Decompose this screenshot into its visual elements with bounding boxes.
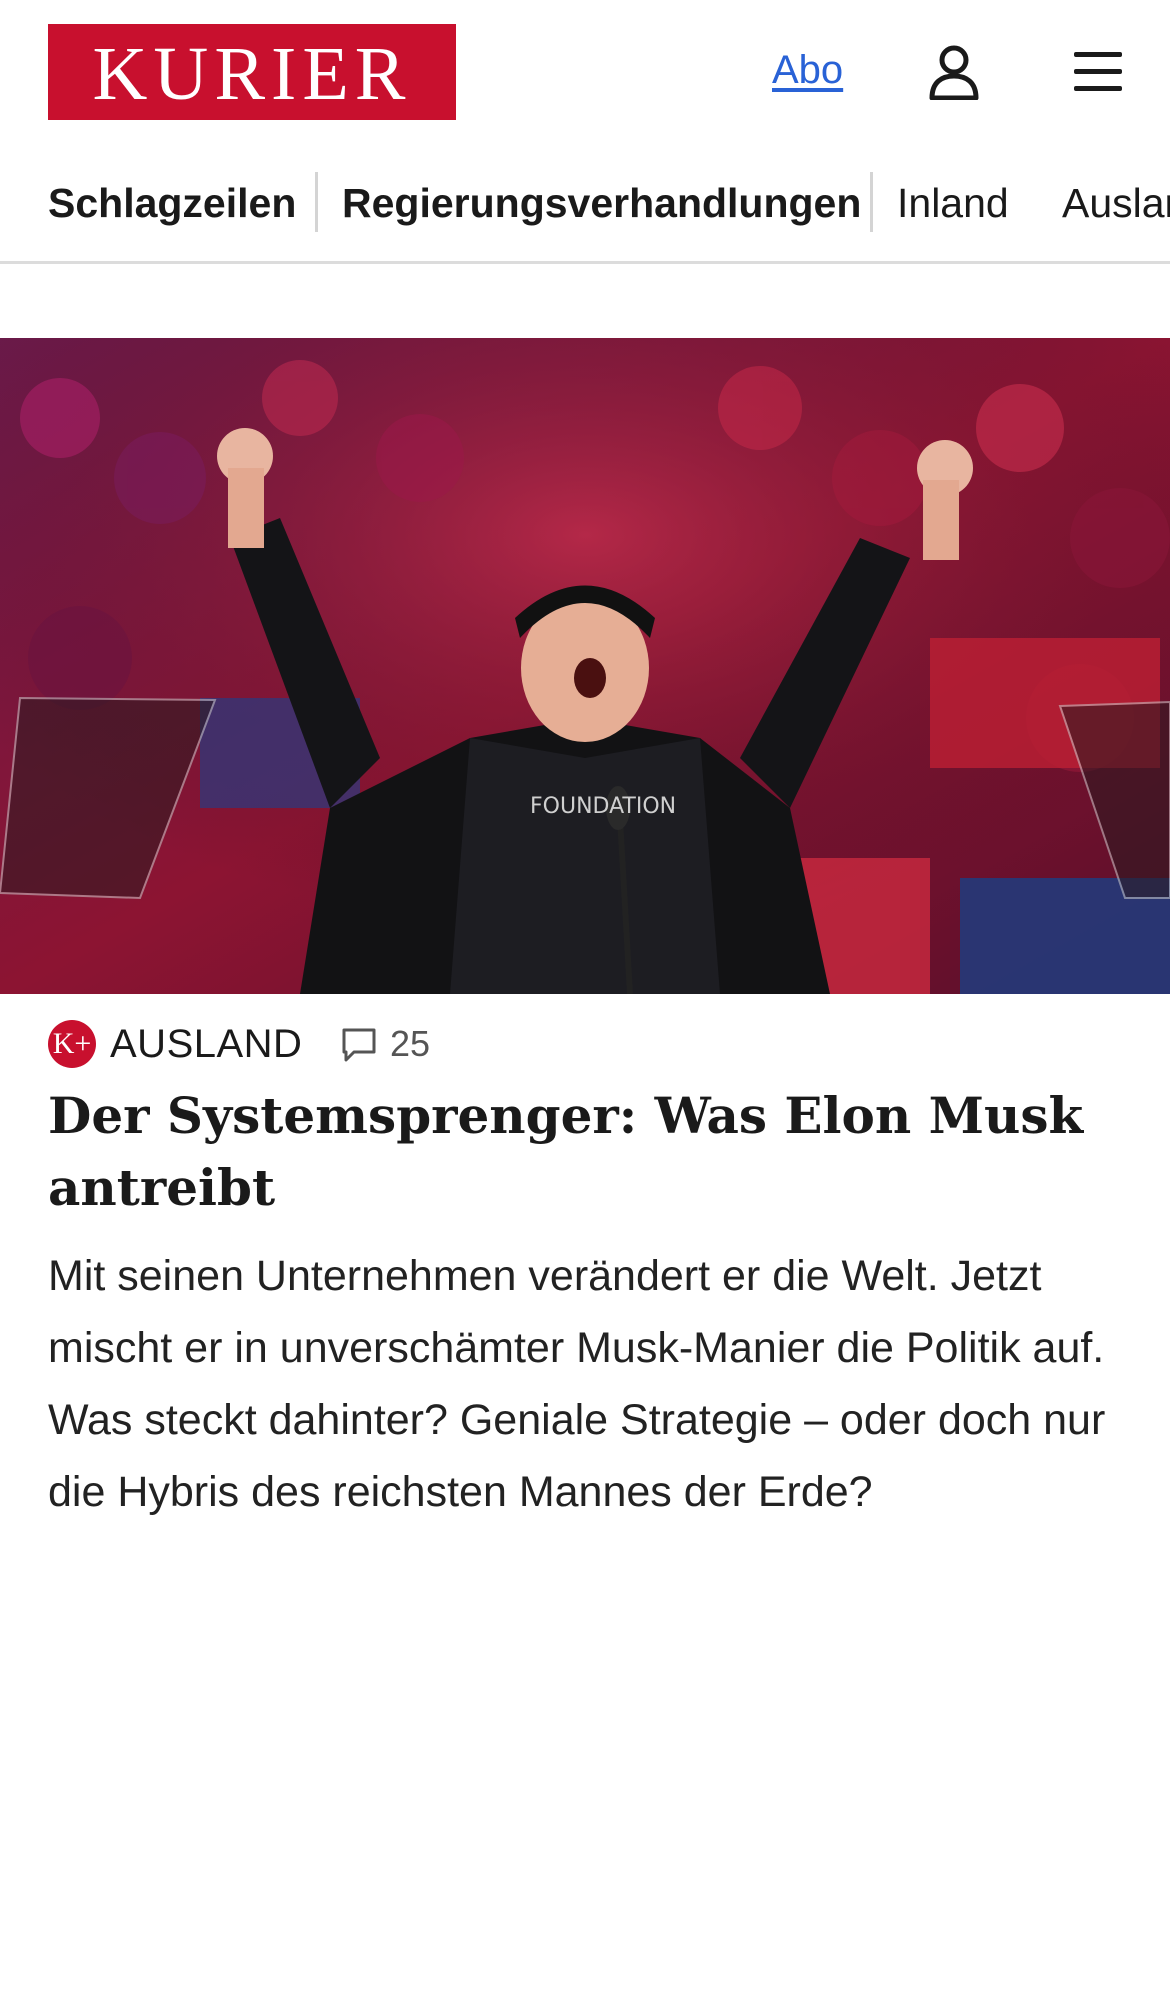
abo-link[interactable]: Abo	[772, 48, 843, 93]
section-label[interactable]: AUSLAND	[110, 1020, 302, 1068]
hero-photo: FOUNDATION	[0, 338, 1170, 994]
svg-text:FOUNDATION: FOUNDATION	[530, 794, 676, 819]
kplus-badge-text: K+	[52, 1027, 92, 1060]
nav-item-ausland[interactable]: Ausland	[1062, 178, 1170, 228]
nav-item-schlagzeilen[interactable]: Schlagzeilen	[48, 178, 296, 228]
kurier-logo[interactable]: KURIER	[48, 24, 456, 120]
article-teaser[interactable]: Mit seinen Unternehmen verändert er die …	[48, 1240, 1138, 1528]
article-meta: K+ AUSLAND 25	[48, 1018, 1122, 1070]
comment-icon[interactable]	[340, 1026, 378, 1064]
nav-divider	[315, 172, 318, 232]
logo-text: KURIER	[92, 32, 412, 116]
user-icon[interactable]	[928, 44, 980, 100]
hamburger-menu-icon[interactable]	[1072, 48, 1124, 96]
comment-count[interactable]: 25	[390, 1022, 430, 1066]
kplus-icon: K+	[48, 1020, 96, 1068]
section-nav: Schlagzeilen Regierungsverhandlungen Inl…	[0, 160, 1170, 264]
nav-item-inland[interactable]: Inland	[897, 178, 1009, 228]
nav-divider	[870, 172, 873, 232]
site-header: KURIER Abo	[0, 0, 1170, 150]
nav-item-regierungsverhandlungen[interactable]: Regierungsverhandlungen	[342, 178, 861, 228]
article-hero-image[interactable]: FOUNDATION	[0, 338, 1170, 994]
article-headline[interactable]: Der Systemsprenger: Was Elon Musk antrei…	[48, 1080, 1128, 1224]
